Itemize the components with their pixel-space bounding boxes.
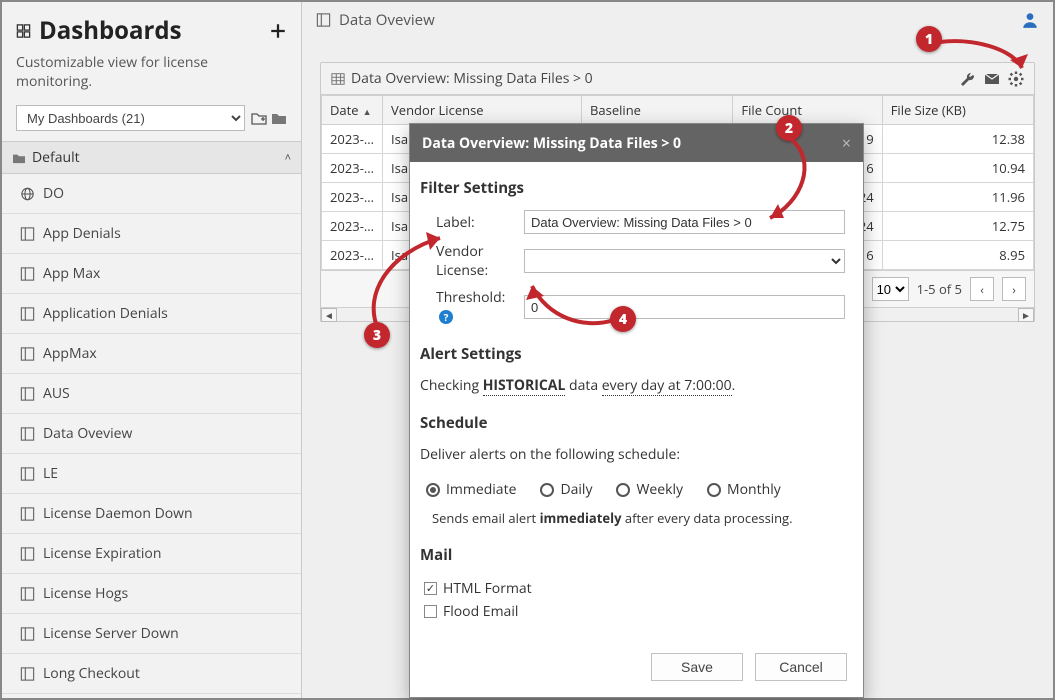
col-baseline[interactable]: Baseline [582, 96, 733, 125]
panel-icon [20, 227, 35, 241]
annotation-3: 3 [364, 322, 390, 348]
pager-next-button[interactable]: › [1002, 277, 1026, 301]
scroll-right-button[interactable]: ► [1018, 308, 1034, 322]
sidebar-group-default[interactable]: Default ˄ [2, 141, 301, 174]
email-icon[interactable] [984, 71, 1000, 87]
sidebar-item-do[interactable]: DO [2, 174, 301, 214]
sidebar-item-license-daemon-down[interactable]: License Daemon Down [2, 494, 301, 534]
label-field-label: Label: [420, 213, 524, 232]
add-dashboard-icon[interactable] [269, 22, 287, 40]
sidebar-item-app-max[interactable]: App Max [2, 254, 301, 294]
sidebar-item-label: App Denials [43, 224, 121, 243]
schedule-radio-monthly[interactable]: Monthly [707, 480, 781, 499]
dashboard-collection-select[interactable]: My Dashboards (21) [16, 105, 245, 131]
sidebar-title: Dashboards [16, 14, 182, 47]
new-folder-icon[interactable] [251, 111, 267, 125]
cancel-button[interactable]: Cancel [755, 653, 847, 681]
panel-icon [20, 667, 35, 681]
col-size[interactable]: File Size (KB) [882, 96, 1033, 125]
vendor-license-label: Vendor License: [420, 242, 524, 280]
close-icon[interactable]: × [842, 132, 851, 154]
schedule-radio-weekly[interactable]: Weekly [616, 480, 683, 499]
mail-heading: Mail [420, 545, 845, 565]
sidebar-item-label: License Daemon Down [43, 504, 193, 523]
sidebar-item-label: LE [43, 464, 58, 483]
panel-icon [20, 467, 35, 481]
table-icon [331, 72, 345, 86]
sidebar-item-label: License Hogs [43, 584, 128, 603]
annotation-1: 1 [916, 26, 942, 52]
panel-icon [20, 507, 35, 521]
threshold-label: Threshold:? [420, 288, 524, 326]
panel-icon [20, 267, 35, 281]
sidebar-subtitle: Customizable view for license monitoring… [2, 53, 301, 105]
flood-email-checkbox[interactable]: Flood Email [420, 600, 845, 623]
annotation-2: 2 [776, 115, 802, 141]
sidebar-item-label: AUS [43, 384, 70, 403]
pager-prev-button[interactable]: ‹ [970, 277, 994, 301]
sidebar-item-license-hogs[interactable]: License Hogs [2, 574, 301, 614]
sidebar-item-application-denials[interactable]: Application Denials [2, 294, 301, 334]
panel-icon [20, 427, 35, 441]
col-date[interactable]: Date▲ [322, 96, 383, 125]
annotation-4: 4 [610, 306, 636, 332]
folder-icon[interactable] [271, 111, 287, 125]
page-size-select[interactable]: 10 [872, 277, 909, 301]
schedule-hint: Sends email alert immediately after ever… [420, 509, 845, 527]
col-vendor[interactable]: Vendor License [383, 96, 582, 125]
sidebar-item-license-expiration[interactable]: License Expiration [2, 534, 301, 574]
pager-range: 1-5 of 5 [917, 280, 962, 298]
col-count[interactable]: File Count [733, 96, 882, 125]
threshold-input[interactable] [524, 295, 845, 319]
sidebar-item-label: License Expiration [43, 544, 161, 563]
scroll-left-button[interactable]: ◄ [321, 308, 337, 322]
chevron-up-icon: ˄ [285, 150, 291, 165]
schedule-text: Deliver alerts on the following schedule… [420, 445, 845, 464]
sidebar-item-data-oveview[interactable]: Data Oveview [2, 414, 301, 454]
panel-icon [20, 547, 35, 561]
sidebar-item-label: Long Checkout [43, 664, 140, 683]
gear-icon[interactable] [1008, 71, 1024, 87]
vendor-license-select[interactable] [524, 249, 845, 273]
filter-settings-heading: Filter Settings [420, 178, 845, 198]
widget-title: Data Overview: Missing Data Files > 0 [351, 69, 593, 88]
page-title: Data Oveview [339, 10, 435, 30]
panel-icon [20, 627, 35, 641]
dashboard-icon [16, 24, 31, 38]
alert-check-line: Checking HISTORICAL data every day at 7:… [420, 376, 845, 395]
schedule-radio-daily[interactable]: Daily [540, 480, 592, 499]
sidebar-item-aus[interactable]: AUS [2, 374, 301, 414]
sidebar-item-label: App Max [43, 264, 100, 283]
sidebar-item-label: Application Denials [43, 304, 168, 323]
schedule-heading: Schedule [420, 413, 845, 433]
sidebar-item-appmax[interactable]: AppMax [2, 334, 301, 374]
panel-icon [20, 387, 35, 401]
widget-settings-dialog: Data Overview: Missing Data Files > 0 × … [409, 123, 864, 698]
info-icon[interactable]: ? [439, 310, 453, 324]
sidebar-item-label: AppMax [43, 344, 97, 363]
panel-icon [20, 307, 35, 321]
sidebar-item-license-server-down[interactable]: License Server Down [2, 614, 301, 654]
sort-asc-icon: ▲ [363, 105, 372, 118]
wrench-icon[interactable] [960, 71, 976, 87]
sidebar-item-label: Data Oveview [43, 424, 132, 443]
save-button[interactable]: Save [651, 653, 743, 681]
globe-icon [20, 187, 35, 201]
sidebar-item-label: License Server Down [43, 624, 179, 643]
sidebar: Dashboards Customizable view for license… [2, 2, 302, 698]
sidebar-item-long-checkout[interactable]: Long Checkout [2, 654, 301, 694]
user-icon[interactable] [1021, 11, 1039, 29]
sidebar-item-le[interactable]: LE [2, 454, 301, 494]
dialog-title: Data Overview: Missing Data Files > 0 [422, 134, 681, 153]
label-input[interactable] [524, 210, 845, 234]
panel-icon [316, 13, 331, 27]
alert-settings-heading: Alert Settings [420, 344, 845, 364]
html-format-checkbox[interactable]: HTML Format [420, 577, 845, 600]
schedule-radio-immediate[interactable]: Immediate [426, 480, 516, 499]
panel-icon [20, 347, 35, 361]
panel-icon [20, 587, 35, 601]
sidebar-item-label: DO [43, 184, 64, 203]
folder-icon [12, 152, 26, 164]
sidebar-item-app-denials[interactable]: App Denials [2, 214, 301, 254]
